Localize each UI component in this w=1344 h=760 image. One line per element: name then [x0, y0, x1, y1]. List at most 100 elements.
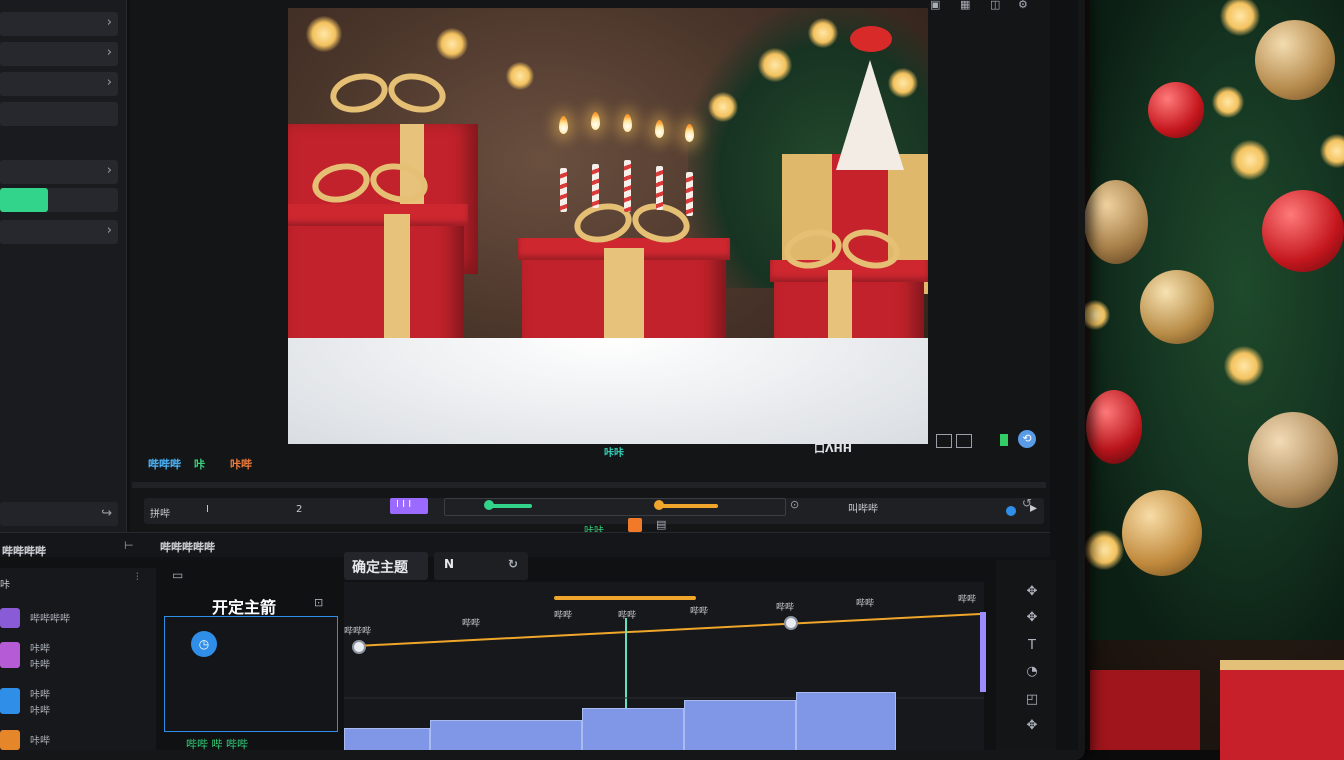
video-clip[interactable]	[684, 700, 796, 750]
timeline-tools: ✥ ✥ T ◔ ◰ ✥	[996, 560, 1056, 750]
list-item[interactable]: 咔哔 咔哔	[0, 638, 150, 672]
clip-thumbnail	[0, 642, 20, 668]
mid-title: 开定主箭	[212, 598, 277, 617]
text-icon[interactable]: T	[1024, 638, 1040, 654]
clip-thumbnail	[0, 608, 20, 628]
tab-icon: N	[444, 557, 455, 571]
red-ornament	[1148, 82, 1204, 138]
film-icon[interactable]: ▭	[172, 568, 183, 582]
list-item[interactable]: 哔哔哔哔	[0, 606, 150, 630]
grid-icon[interactable]: ▦	[960, 0, 970, 11]
property-row[interactable]: ›	[0, 160, 118, 184]
candle-flame	[559, 116, 568, 134]
step-button[interactable]: I	[206, 504, 209, 515]
media-list: 咔 ⫶ 哔哔哔哔 咔哔 咔哔 咔哔 咔哔 咔哔	[0, 568, 156, 750]
candle	[656, 166, 663, 210]
list-item-label: 咔哔	[30, 690, 50, 701]
candle-flame	[655, 120, 664, 138]
candle	[686, 172, 693, 216]
gold-ornament	[1084, 180, 1148, 264]
video-clip[interactable]	[582, 708, 684, 750]
light-bokeh	[436, 28, 468, 60]
clip-thumbnail	[0, 730, 20, 750]
list-item-sub: 咔哔	[30, 660, 50, 671]
comment-icon[interactable]: ◔	[1024, 664, 1040, 680]
red-ornament	[1262, 190, 1344, 272]
range-track[interactable]	[444, 498, 786, 516]
asset-box: ◷	[164, 616, 338, 732]
value-slider-fill[interactable]	[0, 188, 48, 212]
marker-left: 咔	[194, 458, 205, 471]
volume-icon[interactable]	[956, 434, 972, 448]
property-row[interactable]	[0, 102, 118, 126]
scrub-bar[interactable]	[132, 482, 1046, 488]
property-row[interactable]: ›	[0, 220, 118, 244]
step-button[interactable]: 2	[296, 504, 302, 515]
light-bokeh	[758, 48, 792, 82]
mid-action-icon[interactable]: ⊡	[314, 596, 323, 609]
clip-tag-label: I I I	[396, 499, 412, 510]
list-header-icon[interactable]: ⫶	[136, 572, 139, 583]
tab-confirm-theme[interactable]: 确定主题	[344, 552, 428, 580]
status-dot	[1006, 506, 1016, 516]
select-icon[interactable]: ✥	[1024, 610, 1040, 626]
hat-bow	[850, 26, 892, 52]
preview-status: 口ΛHH	[814, 442, 852, 455]
list-item-label: 咔哔	[30, 736, 50, 747]
refresh-icon[interactable]: ↻	[508, 557, 518, 571]
property-row[interactable]: ›	[0, 72, 118, 96]
trim-icon[interactable]: ⊢	[124, 539, 134, 552]
controls-right-label: 叫哔哔	[848, 504, 878, 515]
chevron-right-icon: ›	[106, 75, 112, 90]
candle	[624, 160, 631, 212]
light-bokeh	[1230, 140, 1270, 180]
list-item[interactable]: 咔哔	[0, 728, 150, 750]
property-row[interactable]: ›	[0, 12, 118, 36]
settings-icon[interactable]: ⚙	[1018, 0, 1028, 11]
list-item-label: 咔哔	[30, 644, 50, 655]
keyframe-point[interactable]	[784, 616, 798, 630]
christmas-tree	[1080, 0, 1344, 760]
video-preview[interactable]	[288, 8, 928, 444]
snapshot-icon[interactable]	[936, 434, 952, 448]
candle-flame	[685, 124, 694, 142]
timeline-tracks: 哔哔哔 哔哔 哔哔 哔哔 哔哔 哔哔 哔哔 哔哔	[344, 582, 986, 750]
video-clip[interactable]	[796, 692, 896, 750]
properties-panel: › › › › › ↪	[0, 0, 127, 532]
snap-icon[interactable]: ✥	[1024, 718, 1040, 734]
video-clip[interactable]	[344, 728, 430, 750]
list-item[interactable]: 咔哔 咔哔	[0, 684, 150, 718]
crop-icon[interactable]: ◰	[1024, 692, 1040, 708]
chevron-right-icon: ›	[106, 163, 112, 178]
candle	[592, 164, 599, 208]
track-end-marker[interactable]	[980, 612, 986, 692]
light-bokeh	[708, 92, 738, 122]
tab-label: 确定主题	[352, 560, 408, 576]
move-icon[interactable]: ✥	[1024, 584, 1040, 600]
fit-icon[interactable]: ▣	[930, 0, 940, 11]
fullscreen-button[interactable]: ⟲	[1018, 430, 1036, 448]
export-icon[interactable]: ▤	[656, 518, 666, 531]
play-icon[interactable]: ▸	[1030, 500, 1037, 516]
record-button[interactable]	[628, 518, 642, 532]
loop-icon[interactable]: ⊙	[790, 498, 799, 511]
video-clip[interactable]	[430, 720, 582, 750]
layers-icon[interactable]: ◫	[990, 0, 1000, 11]
clip-tag[interactable]: I I I	[390, 498, 428, 514]
light-bokeh	[1084, 530, 1124, 570]
cursor-button[interactable]: ◷	[191, 631, 217, 657]
return-icon: ↪	[101, 506, 112, 521]
light-bokeh	[1212, 86, 1244, 118]
keyframe-line	[355, 613, 981, 647]
timecode-left: 哔哔哔	[148, 458, 181, 471]
search-row[interactable]: ↪	[0, 502, 118, 526]
candle-flame	[623, 114, 632, 132]
keyframe-point[interactable]	[352, 640, 366, 654]
list-item-sub: 咔哔	[30, 706, 50, 717]
gold-ornament	[1122, 490, 1202, 576]
party-hat	[836, 60, 904, 170]
preview-top-icons: ▣ ▦ ◫ ⚙	[930, 0, 1040, 14]
tab-secondary[interactable]: N ↻	[434, 552, 528, 580]
property-row[interactable]: ›	[0, 42, 118, 66]
candle-flame	[591, 112, 600, 130]
